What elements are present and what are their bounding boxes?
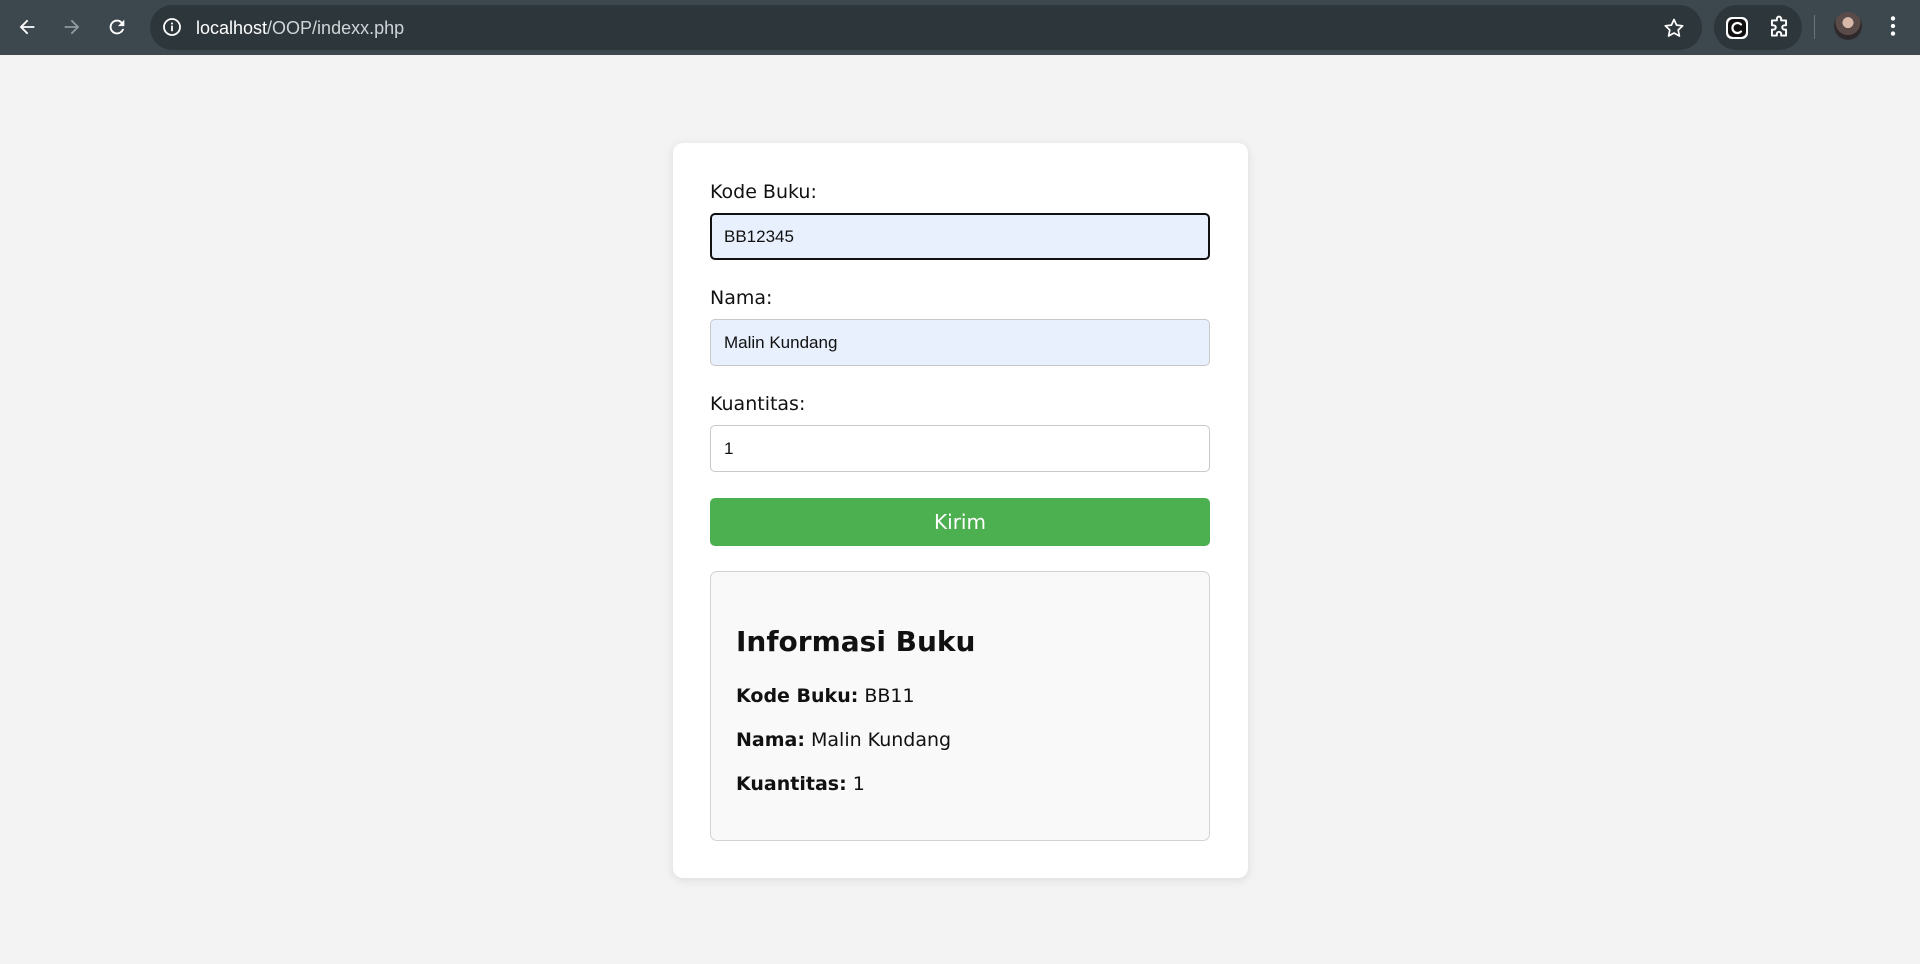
- extensions-group: [1714, 5, 1802, 50]
- info-kuantitas-row: Kuantitas: 1: [736, 773, 865, 795]
- kode-buku-input[interactable]: [710, 213, 1210, 260]
- reload-icon: [109, 19, 125, 35]
- star-icon[interactable]: [1662, 16, 1686, 40]
- info-kode-label: Kode Buku:: [736, 685, 859, 707]
- kirim-button[interactable]: Kirim: [710, 498, 1210, 546]
- back-button[interactable]: [12, 12, 42, 42]
- browser-toolbar: localhost/OOP/indexx.php: [0, 0, 1920, 55]
- nama-input[interactable]: [710, 319, 1210, 366]
- url-text[interactable]: localhost/OOP/indexx.php: [196, 18, 404, 39]
- info-kuantitas-label: Kuantitas:: [736, 773, 847, 795]
- kebab-menu-icon[interactable]: [1880, 13, 1906, 39]
- back-arrow-icon: [19, 19, 35, 35]
- puzzle-icon[interactable]: [1766, 15, 1792, 41]
- url-host: localhost: [196, 18, 268, 38]
- address-bar[interactable]: localhost/OOP/indexx.php: [150, 5, 1702, 50]
- url-path: /OOP/indexx.php: [267, 18, 405, 38]
- reload-button[interactable]: [102, 12, 132, 42]
- info-kuantitas-value: 1: [852, 773, 865, 795]
- info-nama-label: Nama:: [736, 729, 805, 751]
- kuantitas-label: Kuantitas:: [710, 393, 806, 415]
- info-nama-value: Malin Kundang: [811, 729, 952, 751]
- copilot-extension-icon[interactable]: [1724, 15, 1750, 41]
- info-kode-row: Kode Buku: BB11: [736, 685, 915, 707]
- info-icon[interactable]: [162, 17, 182, 37]
- forward-button[interactable]: [57, 12, 87, 42]
- book-form-card: Kode Buku: Nama: Kuantitas: Kirim Inform…: [673, 143, 1248, 878]
- info-kode-value: BB11: [864, 685, 915, 707]
- kuantitas-input[interactable]: [710, 425, 1210, 472]
- info-title: Informasi Buku: [736, 625, 976, 658]
- toolbar-divider: [1814, 15, 1815, 39]
- avatar[interactable]: [1834, 12, 1862, 40]
- kode-buku-label: Kode Buku:: [710, 181, 817, 203]
- info-nama-row: Nama: Malin Kundang: [736, 729, 951, 751]
- nama-label: Nama:: [710, 287, 773, 309]
- forward-arrow-icon: [64, 19, 80, 35]
- book-info-panel: Informasi Buku Kode Buku: BB11 Nama: Mal…: [710, 571, 1210, 841]
